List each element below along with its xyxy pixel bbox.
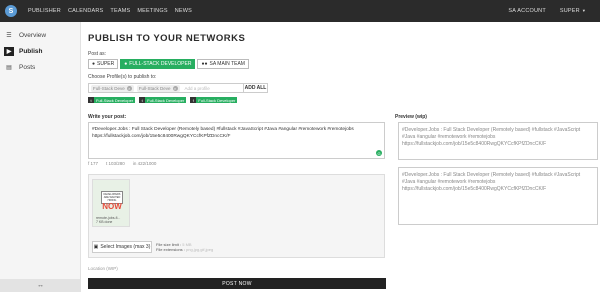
file-info: File size limit : 5 MB File extensions :… bbox=[156, 242, 214, 252]
sidebar-item-label: Publish bbox=[19, 47, 43, 55]
location-label[interactable]: Location (WIP) bbox=[88, 266, 118, 271]
write-post-label: Write your post: bbox=[88, 114, 127, 120]
profile-tag: Full-Stack Deve × bbox=[91, 84, 134, 92]
sidebar-collapse-button[interactable]: ↔ bbox=[0, 279, 81, 292]
profile-tag: Full-Stack Deve × bbox=[136, 84, 180, 92]
sidebar-item-label: Overview bbox=[19, 31, 47, 39]
chevron-down-icon: ▼ bbox=[581, 8, 586, 13]
post-as-group: ● SUPER ● FULL-STACK DEVELOPER ●● SA MAIN T… bbox=[88, 59, 249, 69]
profile-selector[interactable]: Full-Stack Deve × Full-Stack Deve × Add a … bbox=[88, 83, 268, 93]
publish-icon: ▶ bbox=[4, 46, 14, 56]
image-icon: ▣ bbox=[93, 244, 99, 250]
close-icon[interactable]: × bbox=[126, 85, 132, 91]
team-icon: ●● bbox=[201, 61, 208, 67]
main-content: PUBLISH TO YOUR NETWORKS Post as: ● SUPER… bbox=[88, 22, 600, 292]
twitter-count: t 103/280 bbox=[106, 161, 125, 166]
grammarly-icon[interactable]: G bbox=[376, 150, 382, 156]
user-icon: ● bbox=[124, 61, 128, 67]
add-all-button[interactable]: ADD ALL bbox=[243, 83, 268, 93]
posts-icon: ▤ bbox=[6, 64, 12, 71]
top-navbar: S PUBLISHER CALENDARS TEAMS MEETINGS NEW… bbox=[0, 0, 600, 22]
choose-profiles-label: Choose Profile(s) to publish to: bbox=[88, 74, 157, 80]
nav-calendars[interactable]: CALENDARS bbox=[68, 8, 103, 14]
app-logo-icon[interactable]: S bbox=[5, 5, 17, 17]
select-images-button[interactable]: ▣ Select Images (max 3) bbox=[92, 241, 152, 253]
post-as-label: Post as: bbox=[88, 51, 107, 57]
nav-publisher[interactable]: PUBLISHER bbox=[28, 8, 61, 14]
post-textarea[interactable]: #Developer.Jobs : Full Stack Developer (… bbox=[88, 122, 385, 159]
sidebar-item-posts[interactable]: ▤ Posts bbox=[0, 59, 80, 75]
user-menu[interactable]: SUPER ▼ bbox=[560, 8, 586, 14]
sidebar-item-overview[interactable]: ☰ Overview bbox=[0, 27, 80, 43]
char-counts: f 177 t 103/280 in 422/1000 bbox=[88, 161, 156, 166]
post-as-fullstack-button[interactable]: ● FULL-STACK DEVELOPER bbox=[120, 59, 196, 69]
post-as-team-button[interactable]: ●● SA MAIN TEAM bbox=[197, 59, 249, 69]
profile-chip: f Full-Stack Developer bbox=[190, 97, 238, 103]
preview-box-1: #Developer.Jobs : Full Stack Developer (… bbox=[398, 122, 598, 160]
image-caption: remote-jobs-fi... 7 KB done bbox=[96, 216, 121, 224]
close-icon[interactable]: × bbox=[172, 85, 178, 91]
preview-label: Preview (wip) bbox=[395, 114, 427, 120]
post-as-super-button[interactable]: ● SUPER bbox=[88, 59, 119, 69]
image-upload-area: DEVELOPERS ARE WANTED HIRING NOW remote-… bbox=[88, 174, 385, 258]
fb-count: f 177 bbox=[88, 161, 99, 166]
profile-chips: t Full-Stack Developer t Full-Stack Develo… bbox=[88, 97, 238, 103]
profile-chip: t Full-Stack Developer bbox=[139, 97, 187, 103]
sidebar-item-label: Posts bbox=[19, 63, 36, 71]
profile-chip: t Full-Stack Developer bbox=[88, 97, 136, 103]
nav-teams[interactable]: TEAMS bbox=[110, 8, 130, 14]
profile-input[interactable]: Add a profile bbox=[185, 86, 210, 91]
sidebar: ☰ Overview ▶ Publish ▤ Posts ↔ bbox=[0, 22, 81, 292]
preview-box-2: #Developer.Jobs : Full Stack Developer (… bbox=[398, 167, 598, 225]
page-title: PUBLISH TO YOUR NETWORKS bbox=[88, 33, 246, 44]
account-menu[interactable]: SA ACCOUNT bbox=[508, 8, 545, 14]
user-icon: ● bbox=[92, 61, 96, 67]
now-image-text: NOW bbox=[102, 202, 122, 211]
nav-news[interactable]: NEWS bbox=[175, 8, 192, 14]
linkedin-count: in 422/1000 bbox=[132, 161, 157, 166]
image-thumbnail[interactable]: DEVELOPERS ARE WANTED HIRING NOW remote-… bbox=[92, 179, 130, 227]
post-now-button[interactable]: POST NOW bbox=[88, 278, 386, 289]
sidebar-item-publish[interactable]: ▶ Publish bbox=[0, 43, 80, 59]
nav-meetings[interactable]: MEETINGS bbox=[137, 8, 167, 14]
overview-icon: ☰ bbox=[6, 32, 12, 39]
